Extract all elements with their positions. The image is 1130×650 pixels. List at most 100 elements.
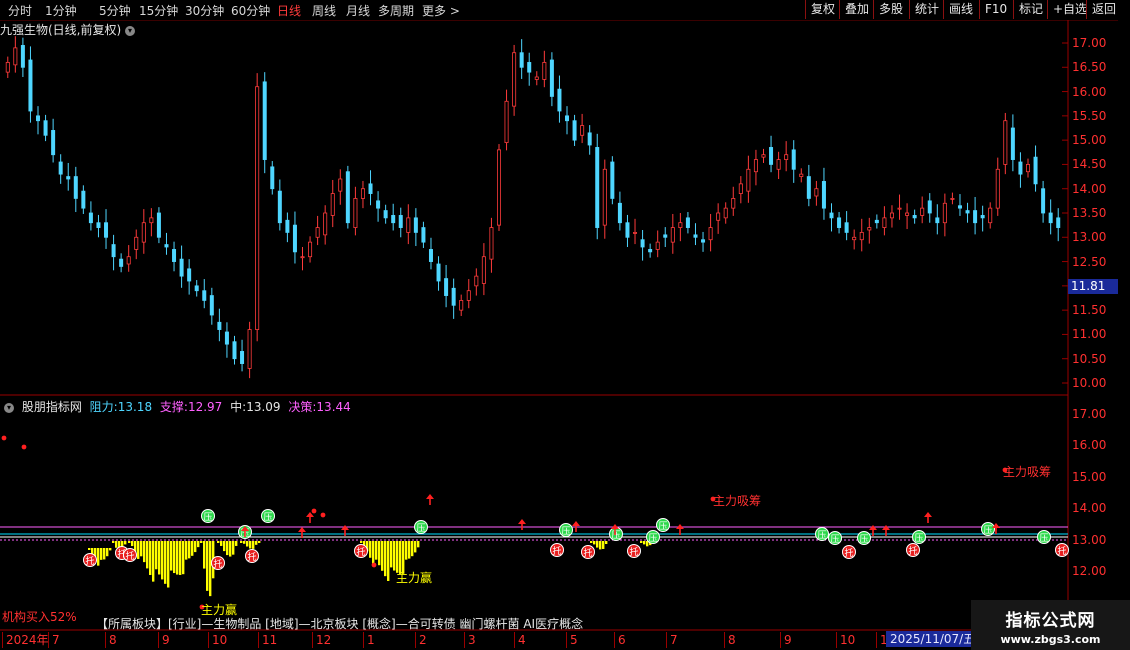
main-win-bar xyxy=(182,541,185,575)
period-fenshi[interactable]: 分时 xyxy=(8,2,32,19)
multi-stock-button[interactable]: 多股 xyxy=(873,0,908,19)
main-win-bar xyxy=(243,541,246,544)
candle xyxy=(217,308,222,342)
main-win-bar xyxy=(212,541,215,579)
period-1min[interactable]: 1分钟 xyxy=(45,2,77,19)
candle xyxy=(187,259,192,295)
main-win-bar xyxy=(100,548,103,560)
date-axis-label: 7 xyxy=(48,632,60,648)
candle xyxy=(81,185,86,214)
period-weekly[interactable]: 周线 xyxy=(312,2,336,19)
support-marker: 托 xyxy=(550,543,564,557)
svg-text:压: 压 xyxy=(830,534,839,545)
decision-value: 13.44 xyxy=(316,400,351,414)
main-win-bar xyxy=(363,541,366,546)
up-arrow-icon xyxy=(306,512,314,523)
decision-label: 决策: xyxy=(288,400,317,414)
f10-button[interactable]: F10 xyxy=(979,0,1012,19)
support-marker: 托 xyxy=(245,549,259,563)
candle xyxy=(912,209,917,224)
main-win-bar xyxy=(209,541,212,597)
date-axis-label: 2024年 xyxy=(2,632,49,648)
main-win-bar xyxy=(106,548,109,557)
candle xyxy=(527,52,532,86)
candle xyxy=(678,213,683,242)
main-win-bar xyxy=(194,541,197,553)
title-dropdown-icon[interactable]: ▾ xyxy=(125,25,136,36)
candle xyxy=(791,140,796,183)
svg-text:托: 托 xyxy=(844,547,853,559)
overlay-button[interactable]: 叠加 xyxy=(839,0,874,19)
support-marker: 托 xyxy=(627,544,641,558)
candle xyxy=(806,164,811,207)
fuquan-button[interactable]: 复权 xyxy=(805,0,840,19)
main-win-bar xyxy=(140,541,143,557)
up-arrow-icon xyxy=(882,525,890,536)
main-win-bar xyxy=(88,548,91,550)
back-button[interactable]: 返回 xyxy=(1086,0,1121,19)
main-win-bar xyxy=(599,541,602,550)
draw-line-button[interactable]: 画线 xyxy=(943,0,978,19)
up-arrow-icon xyxy=(241,526,249,537)
candle xyxy=(814,180,819,206)
candle xyxy=(88,201,93,231)
price-tick-label: 14.50 xyxy=(1072,157,1107,172)
main-win-bar xyxy=(643,541,646,545)
main-win-bar xyxy=(602,541,605,549)
support-marker: 托 xyxy=(123,548,137,562)
main-win-bar xyxy=(161,541,164,580)
candle xyxy=(920,196,925,224)
period-60min[interactable]: 60分钟 xyxy=(231,2,270,19)
mark-button[interactable]: 标记 xyxy=(1013,0,1048,19)
main-win-bar xyxy=(387,541,390,581)
candle xyxy=(708,213,713,252)
main-win-bar xyxy=(124,541,127,545)
indicator-dropdown-icon[interactable]: ▾ xyxy=(4,402,14,413)
main-win-bar xyxy=(152,541,155,582)
candle xyxy=(315,215,320,246)
period-5min[interactable]: 5分钟 xyxy=(99,2,131,19)
candle xyxy=(874,214,879,229)
candle xyxy=(398,207,403,238)
candle xyxy=(496,144,501,231)
main-win-bar xyxy=(134,541,137,553)
candle xyxy=(950,192,955,205)
candle xyxy=(738,176,743,204)
candle xyxy=(685,212,690,234)
current-price-tag: 11.81 xyxy=(1068,279,1118,294)
candle xyxy=(1033,145,1038,192)
main-win-bar xyxy=(378,541,381,566)
svg-text:压: 压 xyxy=(1039,533,1048,544)
indicator-tick-label: 15.00 xyxy=(1072,469,1107,484)
indicator-tick-label: 13.00 xyxy=(1072,532,1107,547)
support-marker: 托 xyxy=(354,544,368,558)
indicator-tick-label: 17.00 xyxy=(1072,407,1107,421)
candle xyxy=(262,72,267,174)
candle xyxy=(459,294,464,316)
candle xyxy=(111,234,116,271)
main-win-bar xyxy=(369,541,372,558)
pressure-marker: 压 xyxy=(414,520,428,534)
candle xyxy=(406,204,411,245)
candle xyxy=(104,209,109,249)
period-multi[interactable]: 多周期 xyxy=(378,2,414,19)
svg-text:压: 压 xyxy=(817,530,826,541)
main-win-bar xyxy=(240,541,243,543)
price-tick-label: 10.50 xyxy=(1072,351,1107,366)
support-marker: 托 xyxy=(842,545,856,559)
watermark-logo: 指标公式网 www.zbgs3.com xyxy=(971,600,1130,650)
stats-button[interactable]: 统计 xyxy=(909,0,944,19)
main-win-bar xyxy=(372,541,375,565)
signal-dot xyxy=(320,512,326,518)
period-15min[interactable]: 15分钟 xyxy=(139,2,178,19)
period-30min[interactable]: 30分钟 xyxy=(185,2,224,19)
candle xyxy=(784,141,789,172)
candle xyxy=(247,321,252,379)
candle xyxy=(202,279,207,309)
candle xyxy=(1003,112,1008,175)
pressure-marker: 压 xyxy=(201,509,215,523)
candle xyxy=(572,114,577,146)
period-monthly[interactable]: 月线 xyxy=(346,2,370,19)
period-daily[interactable]: 日线 xyxy=(277,2,301,19)
period-more[interactable]: 更多 > xyxy=(422,2,460,19)
